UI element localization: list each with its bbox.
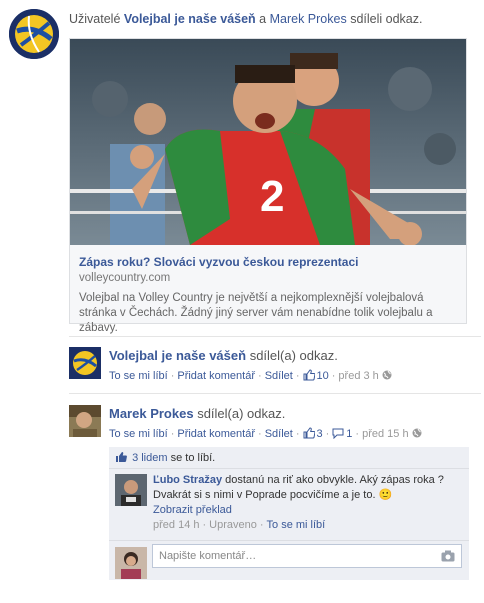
current-user-avatar [115, 547, 147, 579]
share2-action: sdílel(a) odkaz. [197, 406, 286, 421]
share1-likes-count[interactable]: 10 [303, 369, 329, 382]
comment-separator [109, 540, 469, 541]
share2-share-link[interactable]: Sdílet [265, 428, 293, 440]
page-name-link[interactable]: Volejbal je naše vášeň [124, 12, 256, 26]
likers-link[interactable]: 3 lidem [132, 452, 167, 464]
share2-avatar[interactable] [69, 405, 101, 437]
share2-like-link[interactable]: To se mi líbí [109, 428, 168, 440]
user-name-link[interactable]: Marek Prokes [270, 12, 347, 26]
link-title[interactable]: Zápas roku? Slováci vyzvou českou reprez… [79, 255, 459, 270]
share1-time: před 3 h [338, 370, 379, 382]
thumbs-up-icon [303, 427, 315, 439]
comment-input-placeholder: Napište komentář… [159, 550, 257, 562]
share2-time: před 15 h [362, 428, 409, 440]
comment-edited: Upraveno [209, 519, 257, 531]
share1-avatar[interactable] [69, 347, 101, 379]
link-preview-text: Zápas roku? Slováci vyzvou českou reprez… [79, 255, 459, 336]
volleyball-logo-icon [9, 9, 59, 59]
thumbs-up-icon [116, 452, 127, 462]
smile-emoticon-icon: 🙂 [378, 489, 393, 501]
link-domain: volleycountry.com [79, 272, 171, 284]
share1-comment-link[interactable]: Přidat komentář [177, 370, 255, 382]
share2-actions: To se mi líbí · Přidat komentář · Sdílet · 3 · 1… [109, 427, 422, 441]
share1-title: Volejbal je naše vášeň sdílel(a) odkaz. [109, 348, 338, 363]
comment-like-link[interactable]: To se mi líbí [267, 519, 326, 531]
globe-icon [382, 370, 392, 380]
comment-bubble-icon [332, 428, 344, 439]
comment-time: před 14 h [153, 519, 200, 531]
page-avatar[interactable] [9, 9, 59, 59]
share2-name-link[interactable]: Marek Prokes [109, 406, 194, 421]
link-description: Volejbal na Volley Country je největší a… [79, 292, 433, 334]
share1-actions: To se mi líbí · Přidat komentář · Sdílet · 10 ·… [109, 369, 392, 383]
camera-icon[interactable] [441, 550, 455, 562]
volleyball-logo-icon [69, 347, 101, 379]
globe-icon [412, 428, 422, 438]
translate-link[interactable]: Zobrazit překlad [153, 504, 232, 516]
user-avatar-photo [69, 405, 101, 437]
comment-separator [109, 468, 469, 469]
jersey-number: 2 [260, 172, 284, 221]
share2-comment-link[interactable]: Přidat komentář [177, 428, 255, 440]
share2-likes-count[interactable]: 3 [303, 427, 323, 440]
story-header: Uživatelé Volejbal je naše vášeň a Marek… [69, 11, 479, 27]
share1-like-link[interactable]: To se mi líbí [109, 370, 168, 382]
user-avatar-photo [115, 547, 147, 579]
story-conj: a [259, 12, 267, 26]
user-avatar-photo [115, 474, 147, 506]
divider [69, 336, 481, 337]
comment-input[interactable]: Napište komentář… [152, 544, 462, 568]
volleyball-players-photo: 2 [70, 39, 466, 245]
link-preview-image[interactable]: 2 [70, 39, 466, 245]
likers-suffix: se to líbí. [170, 452, 216, 464]
story-prefix: Uživatelé [69, 12, 121, 26]
comment: Ľubo Stražay dostanú na riť ako obvykle.… [153, 474, 444, 531]
share2-comments-count[interactable]: 1 [332, 428, 352, 440]
story-action: sdíleli odkaz. [350, 12, 423, 26]
share1-name-link[interactable]: Volejbal je naše vášeň [109, 348, 246, 363]
share2-title: Marek Prokes sdílel(a) odkaz. [109, 406, 285, 421]
share1-action: sdílel(a) odkaz. [249, 348, 338, 363]
share1-share-link[interactable]: Sdílet [265, 370, 293, 382]
divider [69, 393, 481, 394]
likes-summary: 3 lidem se to líbí. [115, 451, 215, 465]
link-preview-card[interactable]: 2 Zápas roku? Slováci vyzvou českou repr… [69, 38, 467, 334]
comment-author-avatar[interactable] [115, 474, 147, 506]
comments-box: 3 lidem se to líbí. Ľubo Stražay dostanú… [109, 447, 469, 580]
thumbs-up-icon [303, 369, 315, 381]
comment-author-link[interactable]: Ľubo Stražay [153, 474, 222, 486]
